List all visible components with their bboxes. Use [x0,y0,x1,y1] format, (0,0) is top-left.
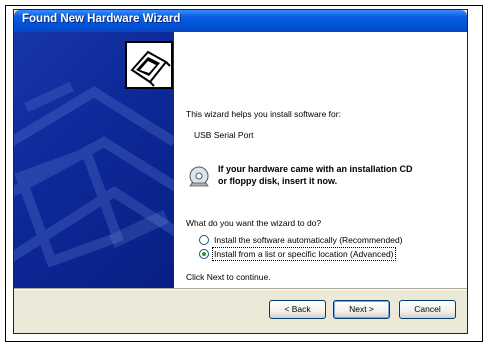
question-text: What do you want the wizard to do? [186,218,322,228]
radio-install-automatically[interactable] [199,235,209,245]
wizard-body: This wizard helps you install software f… [174,32,467,288]
button-separator [14,288,467,290]
back-button[interactable]: < Back [269,300,326,319]
device-name: USB Serial Port [194,130,254,140]
cd-notice-line2: or floppy disk, insert it now. [218,176,338,186]
hardware-card-icon [125,41,173,89]
cancel-button[interactable]: Cancel [399,300,456,319]
window-title: Found New Hardware Wizard [22,13,181,25]
footer-hint: Click Next to continue. [186,272,271,282]
option-install-from-list-label[interactable]: Install from a list or specific location… [212,247,396,261]
radio-install-from-list[interactable] [199,249,209,259]
intro-text: This wizard helps you install software f… [186,109,341,119]
cd-notice-line1: If your hardware came with an installati… [218,164,413,174]
title-bar[interactable]: Found New Hardware Wizard [14,10,467,32]
wizard-side-panel [14,32,174,288]
wizard-content: This wizard helps you install software f… [14,32,467,288]
cd-icon [189,166,209,187]
wizard-window: Found New Hardware Wizard This wizard he… [13,9,468,334]
option-install-automatically-label[interactable]: Install the software automatically (Reco… [214,235,403,245]
next-button[interactable]: Next > [333,300,390,319]
